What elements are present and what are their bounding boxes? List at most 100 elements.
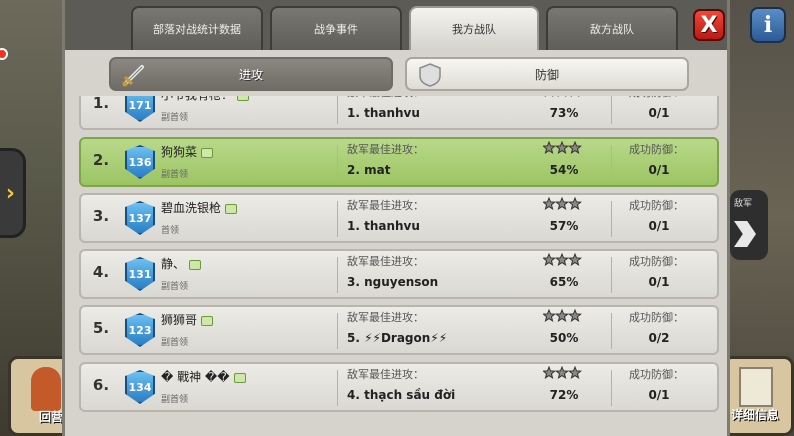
star-empty: [543, 197, 557, 210]
info-icon: i: [763, 12, 773, 38]
tabs-bar: 部落对战统计数据 战争事件 我方战队 敌方战队 X: [65, 0, 727, 50]
level-number: 123: [128, 323, 152, 337]
defense-result: 0/1: [648, 163, 670, 177]
tab-label: 部落对战统计数据: [153, 23, 241, 36]
member-row[interactable]: 3. 137 碧血洗银枪 首领 敌军最佳进攻： 1. thanhvu 57% 成…: [79, 193, 719, 243]
best-attack-label: 敌军最佳进攻：: [347, 368, 424, 381]
chat-icon[interactable]: [189, 259, 202, 270]
best-attack-label: 敌军最佳进攻：: [347, 311, 424, 324]
member-role: 首领: [161, 226, 180, 236]
close-icon: X: [700, 12, 718, 38]
details-label: 详细信息: [731, 408, 780, 422]
defense-subtab[interactable]: 防御: [405, 57, 689, 91]
member-name: � 戰神 ��: [161, 370, 230, 384]
rank-number: 4.: [92, 263, 110, 281]
destruction-percent: 57%: [549, 219, 579, 233]
star-empty: [567, 253, 583, 266]
best-attack-label: 敌军最佳进攻：: [347, 143, 424, 156]
divider: [611, 96, 612, 124]
barbarian-icon: [31, 367, 61, 411]
star-empty: [554, 253, 570, 266]
best-attacker-name: 3. nguyenson: [347, 275, 439, 289]
best-attack-label: 敌军最佳进攻：: [347, 96, 424, 100]
star-empty: [543, 309, 557, 322]
level-badge-icon: 123: [125, 313, 155, 347]
shield-icon: [419, 63, 441, 87]
member-name-wrap: 碧血洗银枪: [161, 199, 238, 216]
member-role: 副首领: [161, 113, 189, 123]
enemy-side-panel[interactable]: 敌军: [730, 190, 768, 260]
tab-war-events[interactable]: 战争事件: [270, 6, 402, 50]
divider: [337, 257, 338, 293]
defense-result: 0/1: [648, 275, 670, 289]
defense-label: 成功防御：: [629, 96, 684, 100]
divider: [611, 257, 612, 293]
star-empty: [567, 366, 583, 379]
star-empty: [554, 366, 570, 379]
stars-rating-icon: [543, 366, 583, 379]
star-empty: [554, 141, 570, 154]
member-role: 副首领: [161, 338, 189, 348]
member-row[interactable]: 5. 123 狮狮哥 副首领 敌军最佳进攻： 5. ⚡⚡Dragon⚡⚡ 50%…: [79, 305, 719, 355]
member-role: 副首领: [161, 282, 189, 292]
member-name: 狮狮哥: [161, 313, 198, 327]
tab-enemy-team[interactable]: 敌方战队: [546, 6, 678, 50]
star-empty: [567, 197, 583, 210]
info-button[interactable]: i: [750, 7, 786, 43]
divider: [337, 370, 338, 406]
chat-icon[interactable]: [201, 315, 214, 326]
member-name: 小爷我有枪！: [161, 96, 233, 102]
level-badge-icon: 134: [125, 370, 155, 404]
document-icon: [739, 367, 773, 407]
member-name-wrap: 狮狮哥: [161, 311, 214, 328]
destruction-percent: 73%: [549, 106, 579, 120]
best-attack-label: 敌军最佳进攻：: [347, 255, 424, 268]
member-name: 静、: [161, 257, 186, 271]
tab-war-stats[interactable]: 部落对战统计数据: [131, 6, 263, 50]
member-row[interactable]: 1. 171 小爷我有枪！ 副首领 敌军最佳进攻： 1. thanhvu 73%…: [79, 96, 719, 130]
chat-icon[interactable]: [237, 96, 250, 101]
member-row[interactable]: 2. 136 狗狗菜 副首领 敌军最佳进攻： 2. mat 54% 成功防御： …: [79, 137, 719, 187]
level-number: 134: [128, 380, 152, 394]
attack-subtab[interactable]: 进攻: [109, 57, 393, 91]
chat-icon[interactable]: [225, 203, 238, 214]
chat-icon[interactable]: [233, 372, 246, 383]
tab-label: 我方战队: [452, 23, 496, 36]
member-name-wrap: � 戰神 ��: [161, 368, 246, 385]
chat-icon[interactable]: [201, 147, 214, 158]
details-button[interactable]: 详细信息: [722, 356, 794, 436]
best-attacker-name: 2. mat: [347, 163, 391, 177]
star-empty: [543, 141, 557, 154]
divider: [337, 145, 338, 181]
member-role: 副首领: [161, 170, 189, 180]
defense-label: 成功防御：: [629, 368, 684, 381]
divider: [337, 313, 338, 349]
defense-label: 成功防御：: [629, 255, 684, 268]
divider: [611, 313, 612, 349]
divider: [337, 201, 338, 237]
rank-number: 1.: [92, 96, 110, 112]
level-badge-icon: 171: [125, 96, 155, 122]
expand-left-button[interactable]: ›: [0, 148, 26, 238]
close-button[interactable]: X: [693, 9, 725, 41]
best-attacker-name: 1. thanhvu: [347, 106, 420, 120]
level-badge-icon: 131: [125, 257, 155, 291]
defense-result: 0/1: [648, 219, 670, 233]
stars-rating-icon: [543, 253, 583, 266]
star-empty: [567, 309, 583, 322]
member-role: 副首领: [161, 395, 189, 405]
rank-number: 2.: [92, 151, 110, 169]
tab-my-team[interactable]: 我方战队: [409, 6, 539, 50]
member-row[interactable]: 4. 131 静、 副首领 敌军最佳进攻： 3. nguyenson 65% 成…: [79, 249, 719, 299]
member-name: 碧血洗银枪: [161, 201, 222, 215]
member-name: 狗狗菜: [161, 145, 198, 159]
defense-label: 成功防御：: [629, 143, 684, 156]
member-name-wrap: 狗狗菜: [161, 143, 214, 160]
level-badge-icon: 136: [125, 145, 155, 179]
member-list[interactable]: 1. 171 小爷我有枪！ 副首领 敌军最佳进攻： 1. thanhvu 73%…: [75, 96, 721, 436]
destruction-percent: 72%: [549, 388, 579, 402]
star-empty: [543, 366, 557, 379]
destruction-percent: 54%: [549, 163, 579, 177]
member-row[interactable]: 6. 134 � 戰神 �� 副首领 敌军最佳进攻： 4. thạch sầu …: [79, 362, 719, 412]
tab-label: 战争事件: [314, 23, 358, 36]
